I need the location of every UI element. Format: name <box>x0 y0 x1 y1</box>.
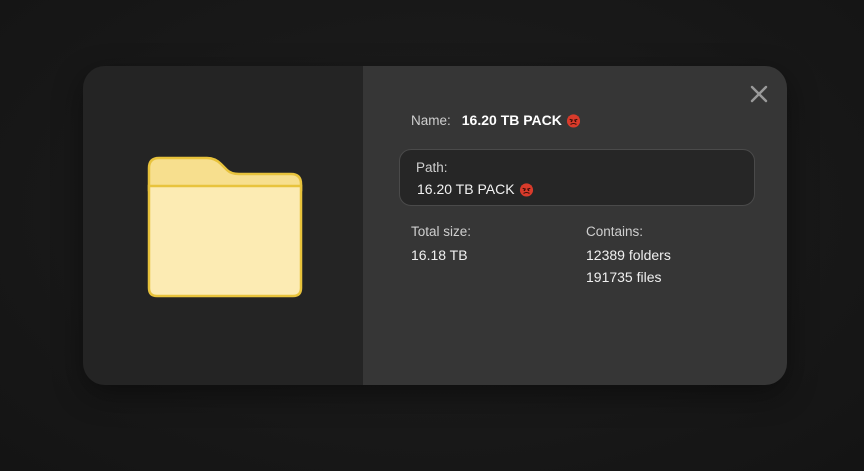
name-label: Name: <box>411 112 451 128</box>
angry-devil-emoji-icon <box>519 182 533 197</box>
contains-stat: Contains: 12389 folders 191735 files <box>586 224 671 288</box>
file-properties-dialog: Name: 16.20 TB PACK Path: 16.20 TB PACK <box>83 66 787 385</box>
path-field[interactable]: Path: 16.20 TB PACK <box>399 149 755 206</box>
path-value: 16.20 TB PACK <box>417 181 515 197</box>
angry-devil-emoji-icon <box>566 113 580 128</box>
contains-label: Contains: <box>586 224 644 239</box>
path-label: Path: <box>416 160 448 175</box>
total-size-stat: Total size: 16.18 TB <box>411 224 471 266</box>
close-icon[interactable] <box>749 84 769 104</box>
name-row: Name: 16.20 TB PACK <box>411 112 581 128</box>
details-pane: Name: 16.20 TB PACK Path: 16.20 TB PACK <box>363 66 787 385</box>
path-value-row: 16.20 TB PACK <box>417 181 534 197</box>
folder-icon <box>147 156 303 298</box>
contains-folders: 12389 folders <box>586 247 671 263</box>
preview-pane <box>83 66 363 385</box>
name-value: 16.20 TB PACK <box>461 112 562 128</box>
total-size-label: Total size: <box>411 224 472 239</box>
contains-files: 191735 files <box>586 269 662 285</box>
total-size-value: 16.18 TB <box>411 247 468 263</box>
